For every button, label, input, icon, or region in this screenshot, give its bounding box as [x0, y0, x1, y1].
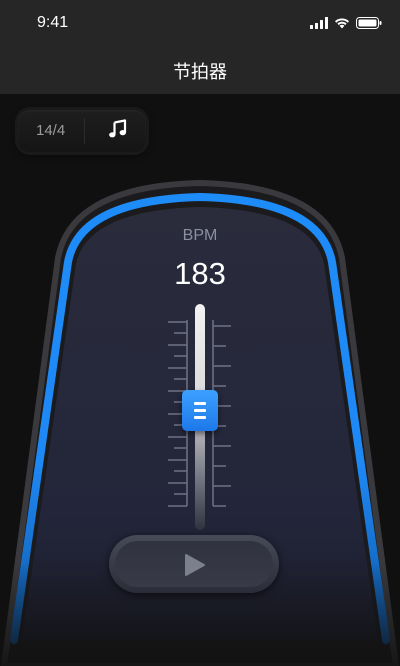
bpm-label: BPM: [182, 227, 218, 244]
play-icon: [184, 553, 206, 582]
music-button[interactable]: [98, 114, 138, 148]
time-signature-control: 14/4: [18, 110, 146, 152]
status-time: 9:41: [37, 14, 69, 31]
play-button-face: [115, 541, 273, 587]
grip-line: [194, 402, 206, 405]
battery-icon: [356, 17, 382, 29]
music-note-icon: [108, 118, 128, 144]
cellular-signal-icon: [310, 17, 328, 29]
bpm-value: 183: [174, 256, 226, 291]
top-bar: 9:41 节拍器: [0, 0, 400, 94]
divider: [84, 118, 85, 144]
wifi-icon: [334, 17, 350, 29]
grip-line: [194, 416, 206, 419]
play-button[interactable]: [109, 535, 279, 593]
page-title: 节拍器: [173, 62, 227, 83]
tempo-slider-handle[interactable]: [182, 390, 218, 431]
metronome-screen: 9:41 节拍器 14/4 BPM 183: [0, 0, 400, 666]
status-icons: [310, 14, 382, 32]
time-signature-value[interactable]: 14/4: [36, 122, 65, 139]
grip-line: [194, 409, 206, 412]
